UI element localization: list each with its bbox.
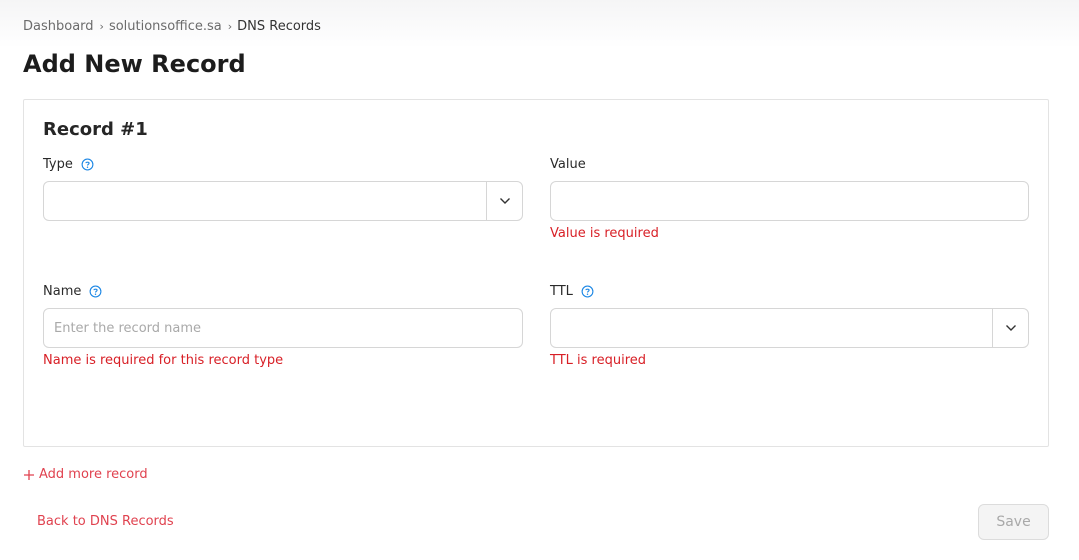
- add-more-label: Add more record: [39, 467, 148, 482]
- record-card: Record #1 Type Value Value is required N…: [23, 99, 1049, 447]
- type-label-group: Type: [43, 157, 94, 172]
- plus-icon: [24, 469, 34, 480]
- value-label: Value: [550, 157, 586, 172]
- help-icon[interactable]: [581, 285, 594, 298]
- type-select[interactable]: [43, 181, 523, 221]
- value-field-box: [550, 181, 1029, 221]
- help-icon[interactable]: [89, 285, 102, 298]
- name-label: Name: [43, 284, 82, 299]
- chevron-right-icon: ›: [99, 20, 104, 33]
- name-field-box: [43, 308, 523, 348]
- ttl-label: TTL: [550, 284, 573, 299]
- help-icon[interactable]: [81, 158, 94, 171]
- add-more-record-link[interactable]: Add more record: [23, 467, 148, 482]
- ttl-select[interactable]: [550, 308, 1029, 348]
- breadcrumb: Dashboard › solutionsoffice.sa › DNS Rec…: [23, 19, 321, 34]
- breadcrumb-domain[interactable]: solutionsoffice.sa: [109, 19, 222, 34]
- name-label-group: Name: [43, 284, 102, 299]
- chevron-right-icon: ›: [227, 20, 233, 33]
- name-input[interactable]: [44, 309, 522, 347]
- ttl-error: TTL is required: [550, 353, 647, 368]
- page-title: Add New Record: [23, 50, 246, 78]
- type-label: Type: [43, 157, 73, 172]
- save-button[interactable]: Save: [978, 504, 1049, 540]
- value-label-group: Value: [550, 157, 586, 172]
- value-input[interactable]: [551, 182, 1028, 220]
- ttl-label-group: TTL: [550, 284, 594, 299]
- value-error: Value is required: [550, 226, 659, 241]
- name-error: Name is required for this record type: [43, 353, 284, 368]
- chevron-down-icon[interactable]: [992, 309, 1028, 347]
- record-title: Record #1: [43, 119, 148, 140]
- back-to-dns-records-link[interactable]: Back to DNS Records: [37, 514, 174, 529]
- breadcrumb-current: DNS Records: [237, 19, 321, 34]
- chevron-down-icon[interactable]: [486, 182, 522, 220]
- breadcrumb-dashboard[interactable]: Dashboard: [23, 19, 94, 34]
